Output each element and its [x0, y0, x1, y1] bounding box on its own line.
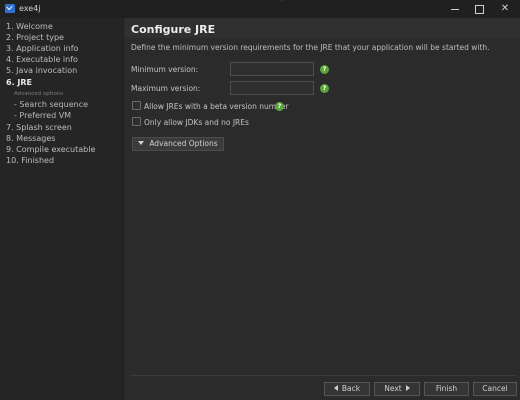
close-button[interactable]: ✕: [494, 1, 516, 17]
sidebar-substep-preferred-vm[interactable]: - Preferred VM: [14, 111, 71, 120]
exe4j-app-icon: [5, 4, 15, 13]
wizard-sidebar: 1. Welcome 2. Project type 3. Applicatio…: [0, 18, 123, 400]
maximum-version-input[interactable]: [230, 81, 314, 95]
minimize-button[interactable]: [444, 1, 466, 17]
finish-button[interactable]: Finish: [424, 382, 469, 396]
sidebar-step-finished[interactable]: 10. Finished: [6, 156, 54, 165]
sidebar-step-application-info[interactable]: 3. Application info: [6, 44, 78, 53]
minimum-version-input[interactable]: [230, 62, 314, 76]
triangle-left-icon: [333, 385, 338, 391]
maximize-button[interactable]: [468, 1, 490, 17]
maximum-version-help-icon[interactable]: ?: [320, 84, 329, 93]
page-title: Configure JRE: [131, 23, 216, 36]
minimum-version-help-icon[interactable]: ?: [320, 65, 329, 74]
jdk-only-checkbox-label[interactable]: Only allow JDKs and no JREs: [144, 118, 249, 127]
sidebar-step-java-invocation[interactable]: 5. Java invocation: [6, 66, 77, 75]
advanced-options-button[interactable]: Advanced Options: [132, 137, 224, 151]
triangle-right-icon: [405, 385, 410, 391]
beta-version-checkbox-label[interactable]: Allow JREs with a beta version number: [144, 102, 289, 111]
sidebar-advanced-options-heading: Advanced options: [14, 91, 64, 97]
sidebar-step-executable-info[interactable]: 4. Executable info: [6, 55, 78, 64]
footer-separator: [130, 375, 517, 376]
sidebar-substep-search-sequence[interactable]: - Search sequence: [14, 100, 88, 109]
beta-version-checkbox[interactable]: [132, 101, 141, 110]
window-title: exe4j: [19, 4, 41, 13]
cancel-button-label: Cancel: [482, 384, 508, 393]
sidebar-step-splash-screen[interactable]: 7. Splash screen: [6, 123, 72, 132]
title-bar: exe4j exe4j ✕: [0, 0, 520, 18]
beta-version-help-icon[interactable]: ?: [275, 102, 284, 111]
maximum-version-label: Maximum version:: [131, 84, 201, 93]
back-button-label: Back: [341, 384, 361, 393]
sidebar-step-messages[interactable]: 8. Messages: [6, 134, 55, 143]
main-panel: Configure JRE Define the minimum version…: [124, 18, 520, 400]
page-header: Configure JRE: [124, 18, 520, 38]
back-button[interactable]: Back: [324, 382, 370, 396]
next-button-label: Next: [384, 384, 402, 393]
triangle-down-icon: [138, 141, 145, 145]
sidebar-step-jre[interactable]: 6. JRE: [6, 78, 32, 87]
sidebar-step-project-type[interactable]: 2. Project type: [6, 33, 64, 42]
background-window-title: exe4j: [228, 0, 288, 4]
jdk-only-checkbox[interactable]: [132, 117, 141, 126]
sidebar-step-welcome[interactable]: 1. Welcome: [6, 22, 53, 31]
sidebar-step-compile-executable[interactable]: 9. Compile executable: [6, 145, 95, 154]
advanced-options-button-label: Advanced Options: [149, 139, 218, 148]
next-button[interactable]: Next: [374, 382, 420, 396]
minimum-version-label: Minimum version:: [131, 65, 199, 74]
finish-button-label: Finish: [435, 384, 458, 393]
cancel-button[interactable]: Cancel: [473, 382, 517, 396]
page-description: Define the minimum version requirements …: [131, 43, 490, 52]
